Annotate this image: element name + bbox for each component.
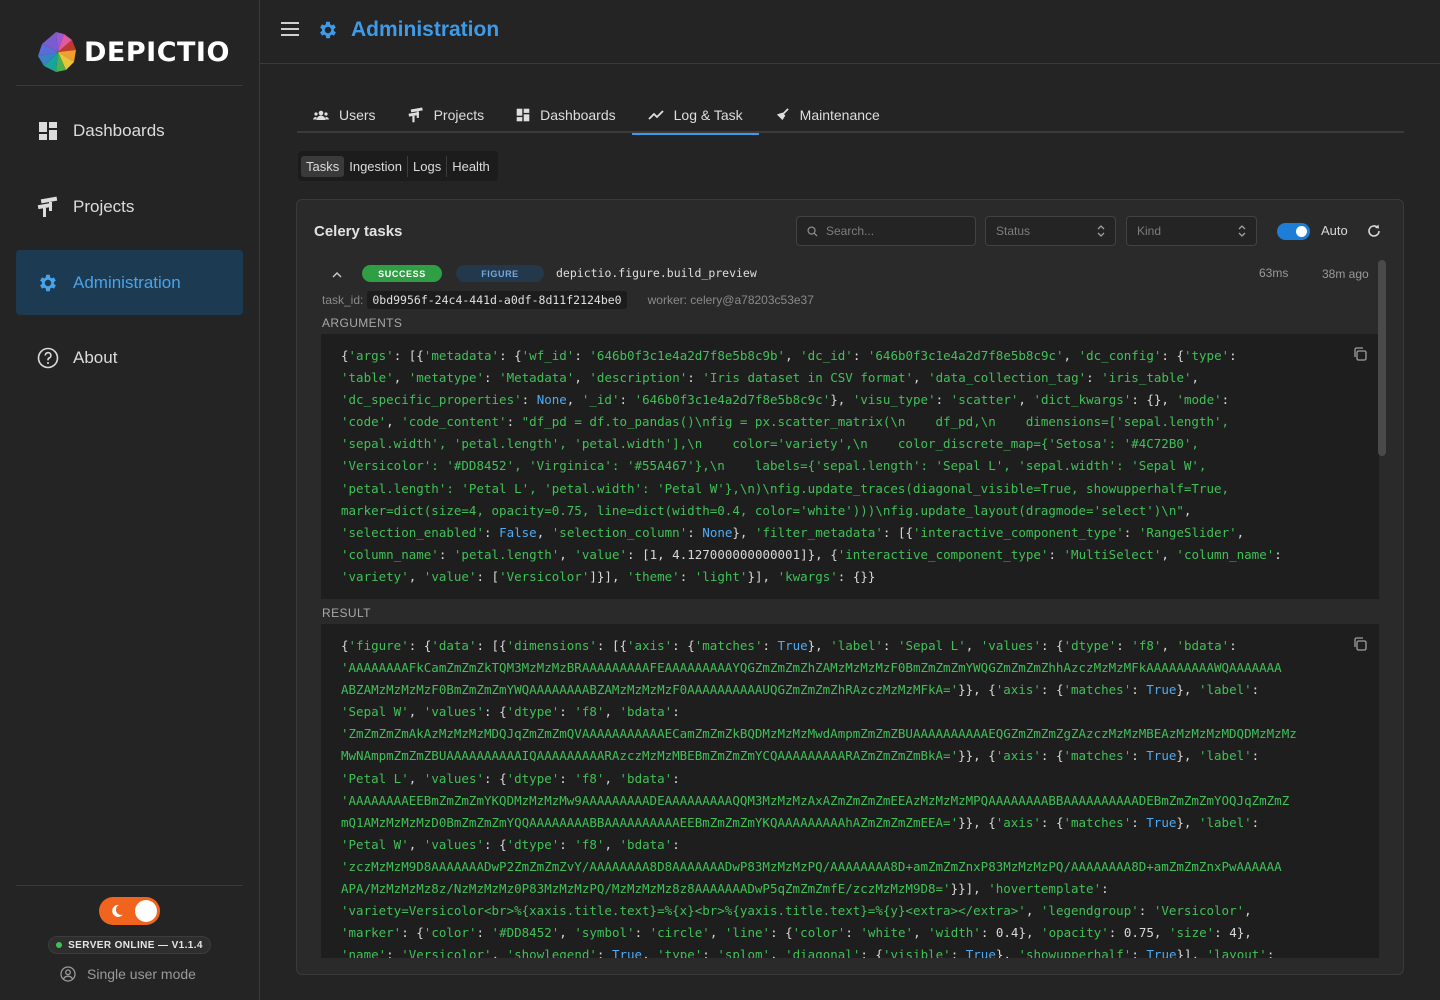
gear-icon [320, 21, 336, 39]
app-logo[interactable]: DEPICTIO [36, 30, 236, 74]
kind-select[interactable]: Kind [1126, 216, 1257, 246]
task-duration: 63ms [1259, 266, 1289, 280]
log-task-subtabs: Tasks Ingestion Logs Health [298, 151, 498, 181]
panel-title: Celery tasks [314, 223, 403, 240]
user-mode: Single user mode [60, 963, 196, 985]
sidebar-item-dashboards[interactable]: Dashboards [16, 98, 243, 163]
sidebar-divider [16, 885, 243, 886]
sidebar-item-label: Projects [73, 196, 135, 216]
auto-refresh-switch[interactable] [1277, 223, 1310, 240]
auto-refresh-label: Auto [1321, 223, 1348, 238]
sidebar-item-projects[interactable]: Projects [16, 174, 243, 239]
chevron-up-down-icon [1238, 225, 1246, 237]
broom-icon [775, 107, 790, 122]
trend-icon [648, 109, 664, 121]
projects-icon [37, 196, 59, 218]
worker-label: worker: celery@a78203c53e37 [647, 293, 814, 307]
status-select[interactable]: Status [985, 216, 1116, 246]
subtab-tasks[interactable]: Tasks [301, 155, 345, 177]
sidebar-divider [16, 85, 243, 86]
page-title: Administration [317, 18, 499, 42]
tab-maintenance[interactable]: Maintenance [759, 96, 896, 133]
server-status-badge: SERVER ONLINE — V1.1.4 [48, 936, 211, 954]
tab-dashboards[interactable]: Dashboards [500, 96, 632, 133]
user-circle-icon [60, 966, 76, 982]
status-dot [56, 942, 63, 948]
search-icon [807, 225, 818, 237]
toggle-knob [135, 900, 157, 922]
search-input[interactable] [826, 224, 966, 238]
tab-label: Log & Task [673, 106, 743, 123]
arguments-code: {'args': [{'metadata': {'wf_id': '646b0f… [321, 334, 1379, 599]
sidebar: DEPICTIO Dashboards Projects Administrat… [0, 0, 260, 1000]
logo-icon [38, 32, 76, 72]
menu-icon[interactable] [281, 22, 299, 38]
tab-label: Projects [433, 106, 485, 123]
copy-icon[interactable] [1352, 636, 1368, 652]
search-field[interactable] [796, 216, 976, 246]
page-title-text: Administration [351, 18, 500, 41]
task-id-value: 0bd9956f-24c4-441d-a0df-8d11f2124be0 [367, 291, 627, 309]
task-time-ago: 38m ago [1322, 267, 1369, 281]
arguments-label: ARGUMENTS [322, 316, 403, 330]
subtab-health[interactable]: Health [447, 156, 495, 177]
tab-label: Users [339, 106, 376, 123]
task-id-label: task_id: [322, 293, 364, 307]
sidebar-item-about[interactable]: About [16, 325, 243, 390]
chevron-up-icon[interactable] [330, 268, 344, 282]
status-select-placeholder: Status [996, 224, 1031, 238]
tab-users[interactable]: Users [297, 96, 392, 133]
subtab-ingestion[interactable]: Ingestion [344, 155, 408, 177]
tab-label: Dashboards [540, 106, 616, 123]
sidebar-item-label: Dashboards [73, 120, 165, 140]
kind-badge: FIGURE [456, 265, 544, 282]
dashboard-icon [516, 108, 530, 122]
sidebar-item-label: About [73, 347, 118, 367]
projects-icon [408, 106, 424, 123]
refresh-icon[interactable] [1366, 223, 1382, 239]
sidebar-item-administration[interactable]: Administration [16, 250, 243, 315]
help-circle-icon [37, 347, 59, 369]
celery-tasks-panel: Celery tasks Status Kind Auto SUCCESS FI… [296, 199, 1404, 975]
users-icon [313, 108, 329, 122]
sidebar-item-label: Administration [73, 272, 181, 292]
user-mode-label: Single user mode [87, 966, 196, 982]
tab-label: Maintenance [799, 106, 880, 123]
app-name: DEPICTIO [84, 36, 230, 68]
gear-icon [37, 272, 59, 294]
tab-log-task[interactable]: Log & Task [631, 96, 759, 135]
admin-tabs: Users Projects Dashboards Log & Task Mai… [297, 96, 1404, 135]
moon-icon [112, 904, 123, 917]
subtab-logs[interactable]: Logs [408, 155, 448, 177]
copy-icon[interactable] [1352, 346, 1368, 362]
dashboard-icon [37, 120, 59, 142]
kind-select-placeholder: Kind [1137, 224, 1162, 238]
theme-toggle[interactable] [99, 897, 160, 925]
scrollbar[interactable] [1378, 260, 1386, 456]
switch-knob [1296, 226, 1307, 237]
tab-projects[interactable]: Projects [392, 96, 501, 133]
task-meta: task_id: 0bd9956f-24c4-441d-a0df-8d11f21… [322, 290, 814, 310]
result-code: {'figure': {'data': [{'dimensions': [{'a… [321, 624, 1379, 958]
header: Administration [260, 0, 1440, 64]
result-label: RESULT [322, 606, 371, 620]
task-name: depictio.figure.build_preview [556, 266, 757, 280]
chevron-up-down-icon [1097, 225, 1105, 237]
server-status-text: SERVER ONLINE — V1.1.4 [68, 939, 203, 951]
status-badge: SUCCESS [362, 265, 442, 282]
